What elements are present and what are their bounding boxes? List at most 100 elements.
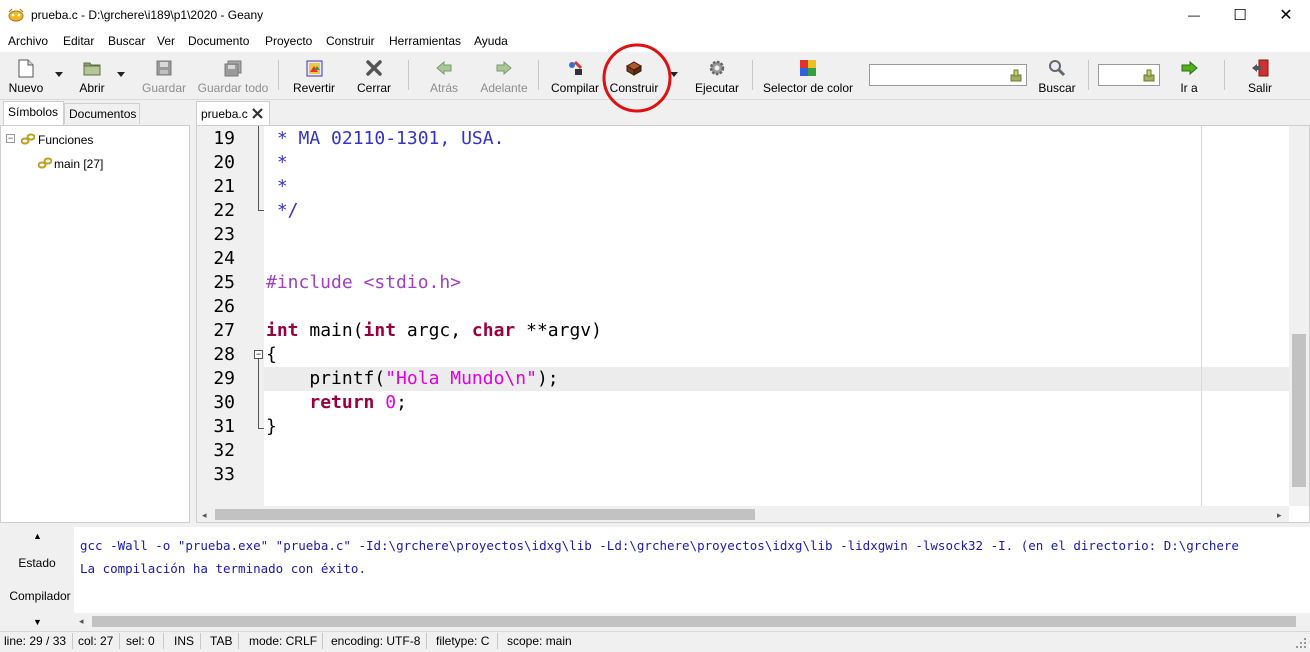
- arrow-left-icon: [434, 58, 454, 78]
- clear-field-icon[interactable]: [1143, 68, 1155, 82]
- menu-construir[interactable]: Construir: [326, 34, 375, 48]
- line-number: 28: [213, 344, 235, 365]
- new-dropdown-arrow-icon[interactable]: [55, 72, 63, 77]
- menu-buscar[interactable]: Buscar: [108, 34, 145, 48]
- tab-documentos[interactable]: Documentos: [64, 103, 140, 124]
- editor-tab-prueba[interactable]: prueba.c: [196, 101, 270, 125]
- horizontal-scroll-thumb[interactable]: [215, 509, 755, 520]
- fold-line: [258, 210, 264, 211]
- menu-ayuda[interactable]: Ayuda: [474, 34, 508, 48]
- vertical-scroll-thumb[interactable]: [1292, 334, 1306, 487]
- forward-button[interactable]: Adelante: [476, 54, 532, 98]
- code-line[interactable]: printf("Hola Mundo\n");: [266, 367, 558, 391]
- line-number: 20: [213, 152, 235, 173]
- output-horizontal-scrollbar[interactable]: ◂: [74, 613, 1310, 630]
- search-button[interactable]: Buscar: [1036, 54, 1078, 98]
- close-button[interactable]: ✕: [1263, 0, 1309, 30]
- menu-ver[interactable]: Ver: [157, 34, 175, 48]
- editor-tab-label: prueba.c: [201, 107, 248, 121]
- menu-documento[interactable]: Documento: [188, 34, 249, 48]
- line-number: 19: [213, 128, 235, 149]
- toolbar-separator: [278, 60, 279, 90]
- code-token: ;: [396, 392, 407, 413]
- compile-button[interactable]: Compilar: [546, 54, 604, 98]
- save-all-button[interactable]: Guardar todo: [196, 54, 270, 98]
- open-dropdown-arrow-icon[interactable]: [117, 72, 125, 77]
- tab-scroll-up-icon[interactable]: ▲: [33, 531, 42, 541]
- toolbar-separator: [1088, 60, 1089, 90]
- resize-grip-icon[interactable]: [1295, 637, 1307, 649]
- save-all-icon: [223, 58, 243, 78]
- code-line[interactable]: * MA 02110-1301, USA.: [266, 127, 505, 151]
- code-token: **argv): [515, 320, 602, 341]
- status-encoding: encoding: UTF-8: [331, 634, 421, 648]
- code-token: return: [309, 392, 375, 413]
- fold-line: [258, 428, 264, 429]
- close-file-button[interactable]: Cerrar: [352, 54, 396, 98]
- output-scroll-thumb[interactable]: [92, 616, 1296, 627]
- code-token: int: [363, 320, 397, 341]
- code-token: {: [266, 344, 277, 365]
- menu-herramientas[interactable]: Herramientas: [389, 34, 461, 48]
- code-line[interactable]: int main(int argc, char **argv): [266, 319, 602, 343]
- quit-button[interactable]: Salir: [1240, 54, 1280, 98]
- vertical-scrollbar[interactable]: [1289, 126, 1309, 506]
- horizontal-scrollbar[interactable]: ◂ ▸: [197, 506, 1289, 522]
- scroll-left-icon[interactable]: ◂: [202, 510, 207, 521]
- code-line[interactable]: */: [266, 199, 299, 223]
- code-token: argc,: [396, 320, 472, 341]
- code-line[interactable]: #include <stdio.h>: [266, 271, 461, 295]
- color-picker-button[interactable]: Selector de color: [760, 54, 856, 98]
- tree-group-funciones[interactable]: Funciones: [38, 133, 93, 147]
- code-line[interactable]: *: [266, 151, 288, 175]
- tab-simbolos[interactable]: Símbolos: [3, 101, 64, 125]
- code-line[interactable]: return 0;: [266, 391, 407, 415]
- code-line[interactable]: {: [266, 343, 277, 367]
- tab-scroll-down-icon[interactable]: ▼: [33, 617, 42, 627]
- tab-estado[interactable]: Estado: [0, 556, 74, 570]
- status-line: line: 29 / 33: [4, 634, 67, 648]
- code-token: printf(: [266, 368, 386, 389]
- code-line[interactable]: }: [266, 415, 277, 439]
- back-button[interactable]: Atrás: [424, 54, 464, 98]
- function-icon: [38, 157, 52, 169]
- collapse-toggle-icon[interactable]: −: [6, 134, 15, 143]
- tree-item-main[interactable]: main [27]: [54, 157, 103, 171]
- menu-archivo[interactable]: Archivo: [8, 34, 48, 48]
- open-button[interactable]: Abrir: [72, 54, 112, 98]
- scroll-left-icon[interactable]: ◂: [79, 616, 84, 627]
- line-number: 24: [213, 248, 235, 269]
- line-number: 29: [213, 368, 235, 389]
- status-separator: [497, 633, 498, 649]
- close-icon: ✕: [1279, 7, 1293, 24]
- line-number: 33: [213, 464, 235, 485]
- symbol-tree: [0, 125, 190, 523]
- fold-toggle-icon[interactable]: −: [254, 350, 263, 359]
- code-token: 0: [385, 392, 397, 413]
- color-palette-icon: [798, 58, 818, 78]
- menu-editar[interactable]: Editar: [63, 34, 94, 48]
- fold-line: [258, 126, 259, 210]
- menu-proyecto[interactable]: Proyecto: [265, 34, 312, 48]
- folder-icon: [82, 58, 102, 78]
- minimize-button[interactable]: —: [1171, 0, 1217, 30]
- code-line[interactable]: *: [266, 175, 288, 199]
- revert-button[interactable]: Revertir: [290, 54, 338, 98]
- scroll-right-icon[interactable]: ▸: [1277, 510, 1282, 521]
- new-button[interactable]: Nuevo: [4, 54, 48, 98]
- tab-close-icon[interactable]: [252, 108, 263, 119]
- run-button[interactable]: Ejecutar: [692, 54, 742, 98]
- code-token: *: [266, 152, 288, 173]
- goto-button[interactable]: Ir a: [1172, 54, 1206, 98]
- search-input[interactable]: [869, 64, 1027, 86]
- save-button[interactable]: Guardar: [140, 54, 188, 98]
- maximize-icon: ☐: [1233, 7, 1247, 24]
- clear-field-icon[interactable]: [1010, 68, 1022, 82]
- goto-line-input[interactable]: [1098, 64, 1160, 86]
- tab-compilador[interactable]: Compilador: [0, 589, 80, 603]
- maximize-button[interactable]: ☐: [1217, 0, 1263, 30]
- status-sel: sel: 0: [126, 634, 155, 648]
- status-ins: INS: [174, 634, 195, 648]
- status-separator: [322, 633, 323, 649]
